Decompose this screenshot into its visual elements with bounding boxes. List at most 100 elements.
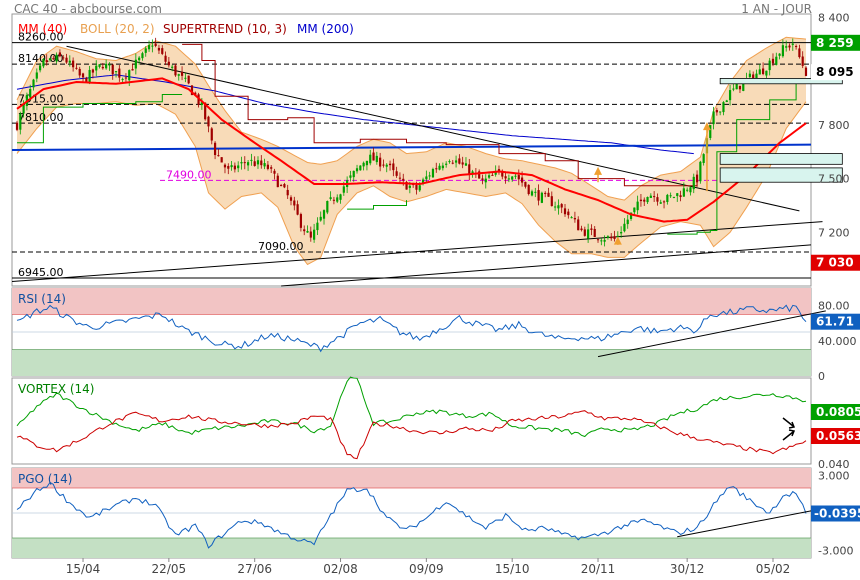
candle-body <box>48 58 52 61</box>
candle-body <box>425 176 428 180</box>
vortex-last-label-1: 0.0563 <box>816 429 860 443</box>
candle-body <box>81 73 85 78</box>
candle-body <box>468 164 471 175</box>
candle-body <box>108 64 111 66</box>
candle-body <box>286 189 289 196</box>
price-panel: 8260.008140.007915.007810.007090.006945.… <box>11 12 860 287</box>
candle-body <box>603 239 606 242</box>
candle-body <box>256 160 260 165</box>
candle-body <box>791 43 794 45</box>
candle-body <box>606 236 610 238</box>
legend-supertrend: SUPERTREND (10, 3) <box>163 22 287 36</box>
candle-body <box>689 187 692 193</box>
candle-body <box>382 164 385 166</box>
candle-body <box>392 163 395 171</box>
candle-body <box>560 204 563 208</box>
candle-body <box>804 67 808 76</box>
panel-pgo-title: PGO (14) <box>18 472 72 486</box>
candle-body <box>283 184 286 188</box>
panel-rsi-title: RSI (14) <box>18 292 66 306</box>
candle-body <box>151 45 154 47</box>
price-y-tick-3: 7 200 <box>818 226 850 239</box>
candle-body <box>583 229 586 236</box>
candle-body <box>35 72 38 79</box>
candle-body <box>712 111 715 125</box>
candle-body <box>504 176 507 179</box>
candle-body <box>230 165 233 168</box>
candle-body <box>451 162 454 164</box>
x-tick-label-6: 20/11 <box>581 562 616 576</box>
candle-body <box>273 170 276 174</box>
candle-body <box>385 164 388 167</box>
x-axis: 15/04 22/05 27/06 02/08 09/09 15/10 20/11 30/12… <box>66 558 790 576</box>
candle-body <box>124 77 128 79</box>
vortex-last-label-0: 0.0805 <box>816 405 860 419</box>
candle-body <box>728 90 732 101</box>
candle-body <box>339 194 342 200</box>
candle-body <box>550 196 553 207</box>
candle-body <box>445 163 448 165</box>
zone-box-1 <box>719 153 843 165</box>
candle-body <box>748 73 751 78</box>
candle-body <box>289 197 293 201</box>
price-y-tick-2: 7 500 <box>818 173 850 186</box>
candle-body <box>326 200 329 213</box>
candle-body <box>138 57 141 61</box>
candle-body <box>388 163 392 166</box>
candle-body <box>610 236 613 239</box>
chart-svg: 8260.008140.007915.007810.007090.006945.… <box>11 12 860 576</box>
candle-body <box>408 185 411 188</box>
candle-body <box>22 104 25 114</box>
panel-pgo-y-tick-1: -3.000 <box>818 545 853 558</box>
candle-body <box>375 155 378 163</box>
candle-body <box>309 231 312 238</box>
candle-body <box>653 196 656 198</box>
candle-body <box>732 88 735 90</box>
candle-body <box>454 160 458 163</box>
candle-body <box>91 69 95 73</box>
candle-body <box>636 201 639 211</box>
candle-body <box>342 186 345 193</box>
candle-body <box>666 194 669 202</box>
candle-body <box>131 69 134 71</box>
candle-body <box>639 199 643 202</box>
candle-body <box>507 178 510 180</box>
candle-body <box>695 174 699 183</box>
panel-rsi-overbought-band <box>12 288 811 315</box>
candle-body <box>758 69 761 75</box>
candle-body <box>243 162 246 164</box>
candle-body <box>580 228 583 231</box>
candle-body <box>332 199 336 201</box>
candle-body <box>329 197 332 200</box>
candle-body <box>111 64 114 75</box>
candle-body <box>662 201 666 203</box>
candle-body <box>487 175 491 178</box>
candle-body <box>250 159 253 161</box>
candle-body <box>775 56 778 65</box>
candle-body <box>276 175 279 188</box>
candle-body <box>702 154 705 163</box>
candle-body <box>118 68 121 78</box>
candle-body <box>735 83 738 90</box>
candle-body <box>643 199 646 202</box>
candle-body <box>781 45 784 57</box>
rsi-panel: RSI (14) 80.00 40.000 0 61.71 <box>11 287 860 383</box>
candle-body <box>785 46 788 48</box>
candle-body <box>613 236 616 239</box>
candle-body <box>587 229 590 239</box>
candle-body <box>672 196 676 198</box>
candle-body <box>719 111 722 113</box>
candle-body <box>402 178 405 181</box>
candle-body <box>164 55 167 62</box>
candle-body <box>365 160 369 166</box>
candle-body <box>319 216 322 221</box>
candle-body <box>464 163 468 166</box>
candle-body <box>88 69 91 84</box>
candle-body <box>682 188 685 197</box>
candle-body <box>32 79 35 88</box>
candle-body <box>626 219 629 225</box>
candle-body <box>679 195 682 198</box>
candle-body <box>306 231 309 233</box>
candle-body <box>448 161 451 163</box>
candle-body <box>174 65 177 76</box>
